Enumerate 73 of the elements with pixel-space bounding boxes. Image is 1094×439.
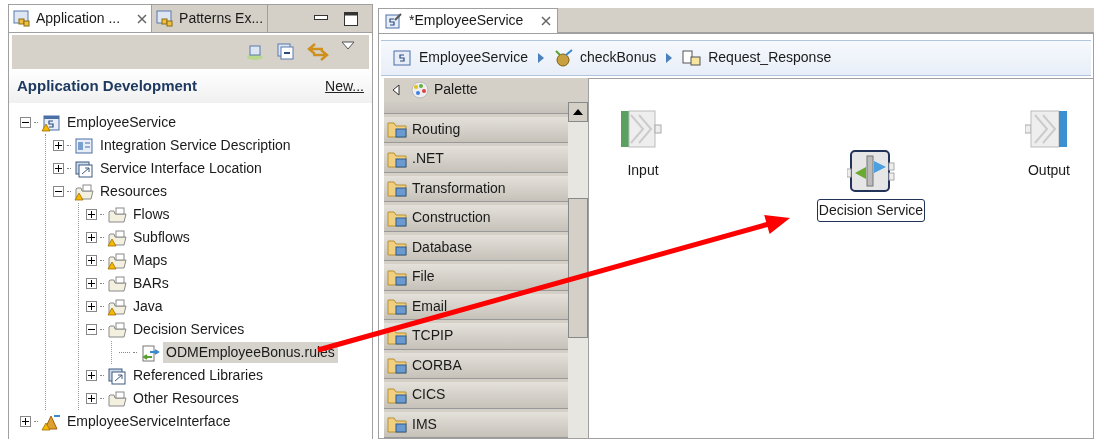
palette-drawer[interactable]: TCPIP [384,323,568,350]
palette-drawer[interactable]: IMS [384,411,568,438]
tree-item[interactable]: EmployeeServiceInterface [64,411,234,432]
view-icon [156,9,175,28]
tree-item[interactable]: Resources [97,181,170,202]
new-link[interactable]: New... [325,75,364,97]
tree-item[interactable]: Service Interface Location [97,158,265,179]
expand-toggle[interactable] [52,140,64,151]
expand-toggle[interactable] [85,209,97,220]
node-label[interactable]: Output [1025,158,1072,182]
operation-icon [553,48,574,67]
palette-drawer[interactable]: File [384,264,568,291]
expand-toggle[interactable] [85,393,97,404]
dropdown-icon[interactable] [341,41,355,51]
folder-icon [386,355,410,376]
breadcrumb-item[interactable]: EmployeeService [419,47,528,68]
folder-icon [386,296,410,317]
view-tab[interactable]: Application ... [9,5,153,32]
scrollbar[interactable] [568,101,588,438]
folder-icon [386,178,410,199]
tree-item[interactable]: Decision Services [130,319,248,340]
expand-toggle[interactable] [52,163,64,174]
service-edit-icon [385,11,403,30]
editor-tab[interactable]: *EmployeeService [378,8,559,33]
minimize-icon[interactable] [314,14,328,23]
tree-item[interactable]: ODMEmployeeBonus.rules [163,342,338,363]
scroll-up-icon[interactable] [573,108,583,115]
folder-icon [386,237,410,258]
tree-item[interactable]: Java [130,296,166,317]
expand-toggle[interactable] [85,232,97,243]
chevron-icon [666,52,673,63]
tree-item[interactable]: BARs [130,273,172,294]
palette-icon [410,80,430,99]
close-icon[interactable] [137,13,148,24]
tree-item[interactable]: Subflows [130,227,193,248]
tree-item[interactable]: Referenced Libraries [130,365,266,386]
decision-node-icon[interactable] [847,148,895,193]
tree-item[interactable]: EmployeeService [64,112,179,133]
chevron-icon [537,52,544,63]
tree-item[interactable]: Flows [130,204,173,225]
folder-icon [386,119,410,140]
expand-toggle[interactable] [85,370,97,381]
maximize-icon[interactable] [344,11,358,26]
view-icon [13,9,31,28]
section-title: Application Development [17,75,198,96]
expand-toggle[interactable] [85,301,97,312]
collapse-all-icon[interactable] [277,43,295,61]
breadcrumb-item[interactable]: checkBonus [579,47,657,68]
folder-icon [386,414,410,435]
expand-toggle[interactable] [85,255,97,266]
node-label[interactable]: Decision Service [816,198,926,222]
palette-title: Palette [434,80,478,99]
collapse-toggle[interactable] [85,324,97,335]
node-label[interactable]: Input [625,158,661,182]
palette-drawer[interactable]: .NET [384,146,568,173]
expand-toggle[interactable] [19,416,31,427]
expand-toggle[interactable] [85,278,97,289]
collapse-toggle[interactable] [52,186,64,197]
palette-drawer[interactable]: Database [384,234,568,261]
collapse-toggle[interactable] [19,117,31,128]
tree-item[interactable]: Other Resources [130,388,242,409]
close-icon[interactable] [541,15,552,26]
tree-item[interactable]: Maps [130,250,171,271]
palette-drawer[interactable]: Transformation [384,175,568,202]
palette-drawer[interactable]: Routing [384,116,568,143]
palette-drawer[interactable]: Construction [384,205,568,232]
breadcrumb-item[interactable]: Request_Response [708,47,832,68]
flow-icon [682,48,703,67]
palette-drawer[interactable]: CICS [384,382,568,409]
service-icon [393,48,413,67]
palette-drawer[interactable]: CORBA [384,352,568,379]
tree-item[interactable]: Integration Service Description [97,135,294,156]
collapse-palette-icon[interactable] [392,83,400,96]
